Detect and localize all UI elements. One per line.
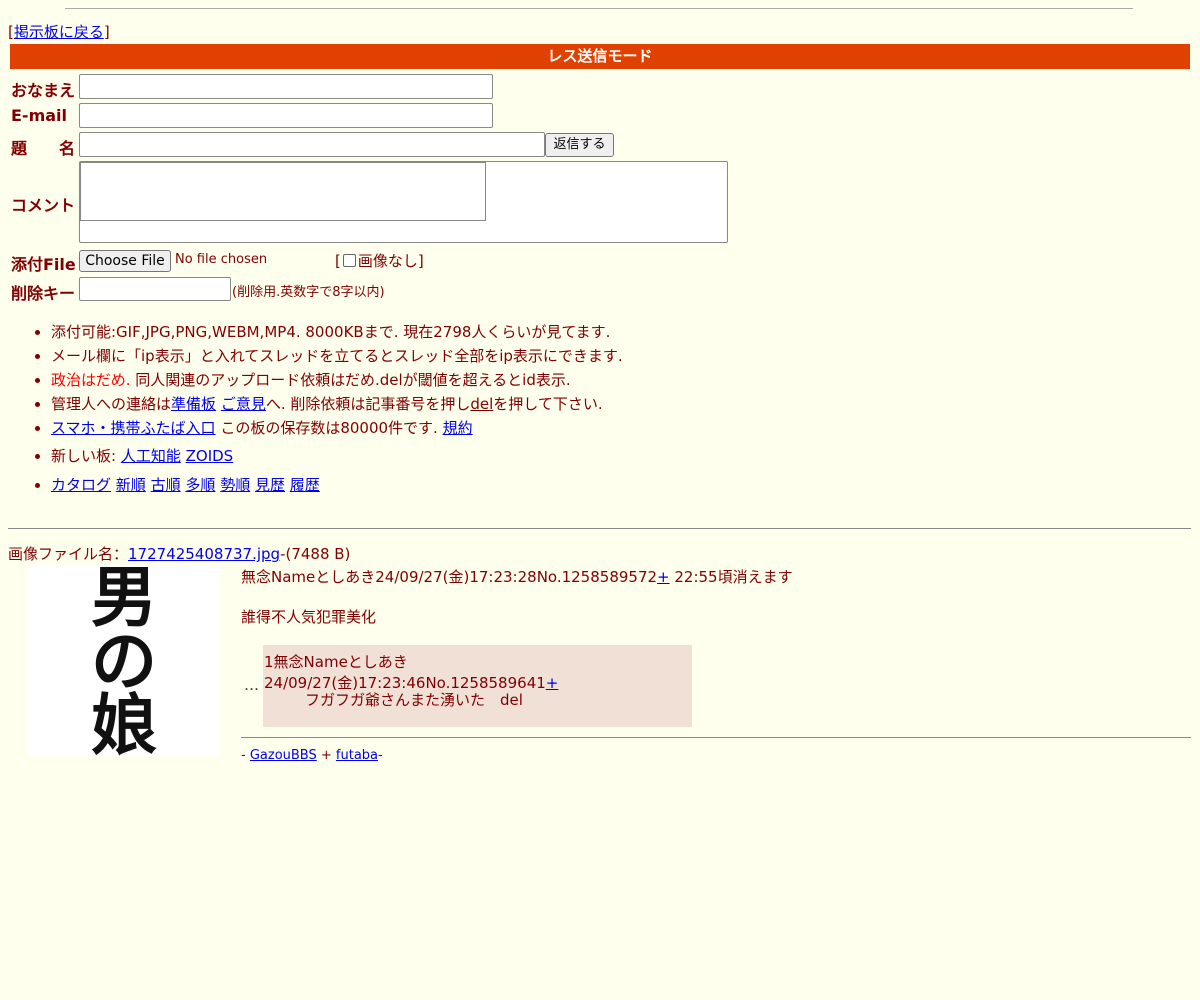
note-text: メール欄に「ip表示」と入れてスレッドを立てるとスレッド全部をip表示にできます… (51, 347, 623, 365)
sort-most-link[interactable]: 多順 (185, 476, 215, 494)
file-size: -(7488 B) (280, 545, 351, 563)
op-post-body: 誰得不人気犯罪美化 (241, 608, 377, 626)
note-sort-links: カタログ 新順 古順 多順 勢順 見歴 履歴 (51, 473, 623, 497)
comment-label: コメント (11, 196, 76, 215)
note-contact: 管理人への連絡は準備板 ご意見へ. 削除依頼は記事番号を押しdelを押して下さい… (51, 392, 623, 416)
rules-link[interactable]: 規約 (443, 419, 473, 437)
footer-divider (241, 737, 1191, 738)
note-text: この板の保存数は80000件です. (215, 419, 443, 437)
subject-input[interactable] (79, 132, 545, 157)
reply-body: フガフガ爺さんまた湧いた del (305, 691, 523, 709)
footer-text: - (378, 748, 383, 763)
email-input[interactable] (79, 103, 493, 128)
reply-mode-banner: レス送信モード (10, 44, 1190, 69)
footer-text: - (241, 748, 250, 763)
sort-new-link[interactable]: 新順 (116, 476, 146, 494)
mobile-entry-link[interactable]: スマホ・携帯ふたば入口 (51, 419, 216, 437)
prep-board-link[interactable]: 準備板 (171, 395, 216, 413)
subject-label: 題 名 (11, 139, 76, 158)
thread-divider (8, 528, 1191, 529)
feedback-link[interactable]: ご意見 (221, 395, 266, 413)
delete-key-hint: (削除用.英数字で8字以内) (232, 285, 385, 300)
note-text: 管理人への連絡は (51, 395, 172, 413)
note-text: を押して下さい. (493, 395, 603, 413)
delete-key-label: 削除キー (11, 284, 76, 303)
footer-text: + (316, 748, 336, 763)
top-divider (65, 8, 1133, 9)
back-nav: [掲示板に戻る] (8, 21, 110, 42)
note-mobile: スマホ・携帯ふたば入口 この板の保存数は80000件です. 規約 (51, 416, 623, 440)
no-image-option: [ 画像なし] (335, 250, 424, 271)
sort-old-link[interactable]: 古順 (151, 476, 181, 494)
note-text: へ. 削除依頼は記事番号を押し (265, 395, 471, 413)
post-history-link[interactable]: 履歴 (290, 476, 320, 494)
no-file-text: No file chosen (175, 252, 268, 267)
note-upload-limits: 添付可能:GIF,JPG,PNG,WEBM,MP4. 8000KBまで. 現在2… (51, 320, 623, 344)
note-text: 同人関連のアップロード依頼はだめ.delが閾値を超えるとid表示. (130, 371, 571, 389)
bracket: [ (335, 252, 341, 270)
file-info: 画像ファイル名：1727425408737.jpg-(7488 B) (8, 543, 350, 564)
ai-board-link[interactable]: 人工知能 (121, 447, 181, 465)
sort-momentum-link[interactable]: 勢順 (220, 476, 250, 494)
name-label: おなまえ (11, 81, 76, 100)
del-text: del (470, 395, 494, 413)
no-image-label: 画像なし (357, 252, 418, 270)
viewed-history-link[interactable]: 見歴 (255, 476, 285, 494)
new-boards-label: 新しい板: (51, 447, 121, 465)
footer: - GazouBBS + futaba- (241, 748, 383, 763)
choose-file-button[interactable]: Choose File (79, 250, 171, 272)
note-ip-display: メール欄に「ip表示」と入れてスレッドを立てるとスレッド全部をip表示にできます… (51, 344, 623, 368)
board-notes: 添付可能:GIF,JPG,PNG,WEBM,MP4. 8000KBまで. 現在2… (20, 320, 623, 497)
reply-header: 1無念Nameとしあき24/09/27(金)17:23:46No.1258589… (264, 651, 692, 693)
reply-header-text: 1無念Nameとしあき24/09/27(金)17:23:46No.1258589… (264, 653, 546, 692)
reply-submit-button[interactable]: 返信する (545, 133, 614, 157)
file-label: 添付File (11, 255, 76, 274)
op-post-header: 無念Nameとしあき24/09/27(金)17:23:28No.12585895… (241, 566, 793, 587)
thread-thumbnail[interactable]: 男 の 娘 (27, 558, 220, 764)
thumb-glyph: 男 (91, 558, 157, 636)
delete-key-input[interactable] (79, 277, 231, 301)
op-expire-text: 22:55頃消えます (669, 568, 793, 586)
thumb-glyph: の (91, 622, 157, 700)
catalog-link[interactable]: カタログ (51, 476, 111, 494)
email-label: E-mail (11, 106, 68, 125)
note-warning-text: 政治はだめ. (51, 371, 131, 389)
op-plus-link[interactable]: + (657, 568, 670, 586)
op-header-text: 無念Nameとしあき24/09/27(金)17:23:28No.12585895… (241, 568, 658, 586)
bracket: ] (417, 252, 424, 270)
reply-ellipsis: … (244, 676, 259, 694)
gazoubbs-link[interactable]: GazouBBS (250, 748, 317, 763)
no-image-checkbox[interactable] (342, 254, 356, 267)
reply-post: 1無念Nameとしあき24/09/27(金)17:23:46No.1258589… (263, 645, 692, 727)
note-rules: 政治はだめ. 同人関連のアップロード依頼はだめ.delが閾値を超えるとid表示. (51, 368, 623, 392)
zoids-board-link[interactable]: ZOIDS (186, 447, 234, 465)
back-to-board-link[interactable]: 掲示板に戻る (14, 23, 104, 41)
thumbnail-text: 男 の 娘 (84, 558, 164, 764)
note-text: 添付可能:GIF,JPG,PNG,WEBM,MP4. 8000KBまで. 現在2… (51, 323, 611, 341)
bracket: ] (103, 23, 110, 41)
thumb-glyph: 娘 (91, 686, 157, 764)
comment-resize-area (80, 162, 486, 221)
reply-plus-link[interactable]: + (546, 674, 559, 692)
name-input[interactable] (79, 74, 493, 99)
note-new-boards: 新しい板: 人工知能 ZOIDS (51, 440, 623, 473)
futaba-link[interactable]: futaba (336, 748, 378, 763)
